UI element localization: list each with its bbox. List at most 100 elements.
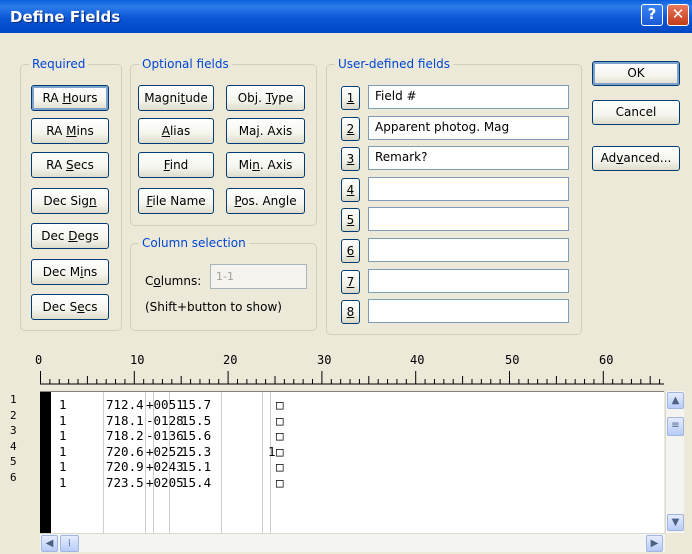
ruler-label: 30: [317, 353, 332, 367]
dec-cell: +0205: [146, 474, 184, 490]
box-cell: □: [276, 443, 284, 459]
user-defined-fields-label: User-defined fields: [335, 57, 454, 71]
user-field-input[interactable]: [368, 299, 569, 323]
user-field-input[interactable]: [368, 269, 569, 293]
obj-type-button[interactable]: Obj. Type: [226, 85, 305, 111]
ruler-label: 50: [505, 353, 520, 367]
required-label: Required: [29, 57, 89, 71]
line-number: 4: [10, 439, 17, 453]
dec-cell: +0243: [146, 459, 184, 474]
user-field-number-button[interactable]: 5: [341, 208, 360, 232]
field-cell: 1: [59, 412, 67, 428]
window-title: Define Fields: [10, 8, 121, 26]
optional-fields-label: Optional fields: [139, 57, 232, 71]
ra-cell: 712.4: [106, 397, 144, 412]
user-field-number-button[interactable]: 2: [341, 117, 360, 141]
user-field-input[interactable]: Apparent photog. Mag: [368, 116, 569, 140]
pos-angle-button[interactable]: Pos. Angle: [226, 188, 305, 214]
ra-cell: 718.2: [106, 428, 144, 443]
data-preview[interactable]: 1 712.4 +0051 15.7 □ 1 718.1 -0128 15.5 □ 1 718.2 -0…: [40, 391, 664, 534]
field-cell: 1: [59, 474, 67, 490]
user-field-input[interactable]: Remark?: [368, 146, 569, 170]
user-field-number-button[interactable]: 8: [341, 300, 360, 324]
line-number: 3: [10, 424, 17, 437]
ruler-label: 20: [223, 353, 238, 367]
field-cell: 1: [59, 397, 67, 412]
ra-hours-button[interactable]: RA Hours: [31, 85, 109, 111]
dec-mins-button[interactable]: Dec Mins: [31, 259, 109, 285]
ruler-label: 0: [35, 353, 43, 367]
cursor-column: [40, 392, 51, 534]
box-cell: □: [276, 428, 284, 443]
remark-cell: 1: [268, 443, 276, 459]
scroll-down-icon[interactable]: ▼: [667, 514, 684, 531]
columns-input[interactable]: 1-1: [210, 264, 307, 289]
maj-axis-button[interactable]: Maj. Axis: [226, 118, 305, 144]
mag-cell: 15.1: [181, 459, 212, 474]
advanced-button[interactable]: Advanced...: [592, 146, 680, 171]
mag-cell: 15.7: [181, 397, 212, 412]
box-cell: □: [276, 397, 284, 412]
line-number: 2: [10, 408, 17, 422]
field-cell: 1: [59, 459, 67, 474]
user-field-number-button[interactable]: 6: [341, 239, 360, 263]
box-cell: □: [276, 459, 284, 474]
user-field-number-button[interactable]: 1: [341, 86, 360, 110]
magnitude-button[interactable]: Magnitude: [138, 85, 214, 111]
ra-mins-button[interactable]: RA Mins: [31, 118, 109, 144]
find-button[interactable]: Find: [138, 152, 214, 178]
column-ruler: [40, 371, 664, 385]
scroll-right-icon[interactable]: ▶: [646, 535, 663, 552]
ruler-label: 10: [130, 353, 145, 367]
close-button[interactable]: ✕: [667, 4, 689, 26]
user-field-number-button[interactable]: 4: [341, 178, 360, 202]
title-bar: Define Fields ? ✕: [0, 0, 692, 33]
dec-cell: -0136: [146, 428, 184, 443]
user-field-input[interactable]: [368, 207, 569, 231]
mag-cell: 15.4: [181, 474, 212, 490]
columns-label: Columns:: [145, 274, 202, 288]
column-selection-label: Column selection: [139, 236, 249, 250]
ra-cell: 720.6: [106, 443, 144, 459]
ruler-label: 40: [410, 353, 425, 367]
dec-cell: -0128: [146, 412, 184, 428]
min-axis-button[interactable]: Min. Axis: [226, 152, 305, 178]
scroll-up-icon[interactable]: ▲: [667, 392, 684, 409]
alias-button[interactable]: Alias: [138, 118, 214, 144]
dec-sign-button[interactable]: Dec Sign: [31, 188, 109, 214]
user-field-number-button[interactable]: 3: [341, 147, 360, 171]
cancel-button[interactable]: Cancel: [592, 100, 680, 125]
ruler-label: 60: [599, 353, 614, 367]
vertical-scrollbar[interactable]: ▲ ≡ ▼: [665, 391, 684, 533]
mag-cell: 15.5: [181, 412, 212, 428]
help-button[interactable]: ?: [641, 4, 663, 26]
horizontal-scrollbar[interactable]: ◀ ⁞ ▶: [40, 533, 665, 552]
scroll-thumb-vertical[interactable]: ≡: [667, 417, 684, 436]
dec-cell: +0252: [146, 443, 184, 459]
scroll-thumb-horizontal[interactable]: ⁞: [60, 535, 79, 552]
box-cell: □: [276, 412, 284, 428]
file-name-button[interactable]: File Name: [138, 188, 214, 214]
mag-cell: 15.3: [181, 443, 212, 459]
user-field-input[interactable]: [368, 177, 569, 201]
user-field-number-button[interactable]: 7: [341, 270, 360, 294]
line-number: 1: [10, 393, 17, 406]
shift-hint: (Shift+button to show): [145, 300, 282, 314]
scroll-left-icon[interactable]: ◀: [41, 535, 58, 552]
user-field-input[interactable]: [368, 238, 569, 262]
box-cell: □: [276, 474, 284, 490]
line-number: 6: [10, 470, 17, 484]
dec-secs-button[interactable]: Dec Secs: [31, 294, 109, 320]
line-number: 5: [10, 455, 17, 468]
ra-cell: 718.1: [106, 412, 144, 428]
ra-cell: 723.5: [106, 474, 144, 490]
ra-secs-button[interactable]: RA Secs: [31, 152, 109, 178]
mag-cell: 15.6: [181, 428, 212, 443]
user-field-input[interactable]: Field #: [368, 85, 569, 109]
ra-cell: 720.9: [106, 459, 144, 474]
dec-cell: +0051: [146, 397, 184, 412]
ok-button[interactable]: OK: [592, 61, 680, 86]
field-cell: 1: [59, 428, 67, 443]
field-cell: 1: [59, 443, 67, 459]
dec-degs-button[interactable]: Dec Degs: [31, 223, 109, 249]
